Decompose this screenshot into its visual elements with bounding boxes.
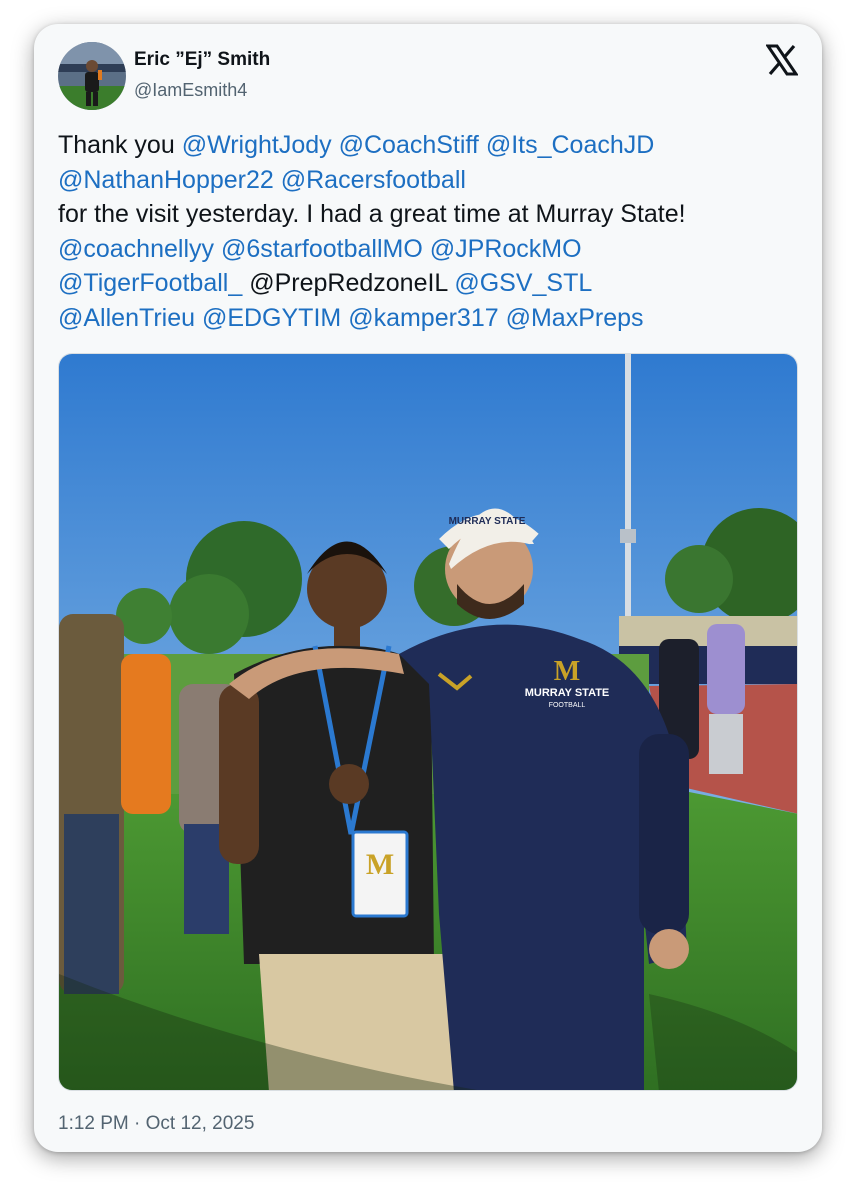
tweet-text-line: Thank you @WrightJody @CoachStiff @Its_C… xyxy=(58,128,798,163)
tweet-text-segment xyxy=(499,304,506,332)
mention-link[interactable]: @Its_CoachJD xyxy=(486,131,655,159)
tweet-text-line: for the visit yesterday. I had a great t… xyxy=(58,197,798,232)
tweet-text-segment xyxy=(423,235,430,263)
tweet-text: Thank you @WrightJody @CoachStiff @Its_C… xyxy=(58,128,798,335)
mention-link[interactable]: @NathanHopper22 xyxy=(58,166,274,194)
tweet-text-segment xyxy=(479,131,486,159)
tweet-text-segment: for the visit yesterday. I had a great t… xyxy=(58,200,686,228)
tweet-text-segment xyxy=(195,304,202,332)
author-display-name[interactable]: Eric ”Ej” Smith xyxy=(134,49,270,71)
tweet-text-segment xyxy=(214,235,221,263)
cap-text: MURRAY STATE xyxy=(449,516,526,527)
avatar-photo xyxy=(58,42,126,110)
mention-link[interactable]: @kamper317 xyxy=(348,304,498,332)
author-handle[interactable]: @IamEsmith4 xyxy=(134,80,247,101)
mention-link[interactable]: @WrightJody xyxy=(182,131,332,159)
tweet-text-segment: Thank you xyxy=(58,131,182,159)
mention-link[interactable]: @Racersfootball xyxy=(281,166,466,194)
tweet-text-line: @AllenTrieu @EDGYTIM @kamper317 @MaxPrep… xyxy=(58,301,798,336)
tweet-timestamp[interactable]: 1:12 PM · Oct 12, 2025 xyxy=(58,1113,254,1135)
mention-link[interactable]: @JPRockMO xyxy=(430,235,582,263)
mention-link[interactable]: @EDGYTIM xyxy=(202,304,341,332)
tweet-photo[interactable]: M MURRAY STATE M MURRAY STATE FOOTBALL xyxy=(58,353,798,1091)
x-logo-icon[interactable] xyxy=(765,44,799,76)
tweet-text-line: @NathanHopper22 @Racersfootball xyxy=(58,163,798,198)
badge-logo: M xyxy=(366,848,394,881)
tweet-text-line: @TigerFootball_ @PrepRedzoneIL @GSV_STL xyxy=(58,266,798,301)
shirt-logo: M xyxy=(554,656,580,687)
mention-link[interactable]: @MaxPreps xyxy=(506,304,644,332)
mention-link[interactable]: @6starfootballMO xyxy=(221,235,423,263)
tweet-text-segment xyxy=(274,166,281,194)
mention-link[interactable]: @TigerFootball_ xyxy=(58,269,242,297)
mention-link[interactable]: @AllenTrieu xyxy=(58,304,195,332)
mention-link[interactable]: @GSV_STL xyxy=(454,269,592,297)
tweet-text-line: @coachnellyy @6starfootballMO @JPRockMO xyxy=(58,232,798,267)
shirt-text: MURRAY STATE xyxy=(525,687,610,699)
mention-link[interactable]: @coachnellyy xyxy=(58,235,214,263)
tweet-text-segment: @PrepRedzoneIL xyxy=(242,269,455,297)
author-avatar[interactable] xyxy=(58,42,126,110)
mention-link[interactable]: @CoachStiff xyxy=(339,131,479,159)
tweet-text-segment xyxy=(332,131,339,159)
photo-image: M MURRAY STATE M MURRAY STATE FOOTBALL xyxy=(59,354,797,1090)
tweet-card[interactable]: Eric ”Ej” Smith @IamEsmith4 Thank you @W… xyxy=(34,24,822,1152)
shirt-subtext: FOOTBALL xyxy=(549,702,586,709)
